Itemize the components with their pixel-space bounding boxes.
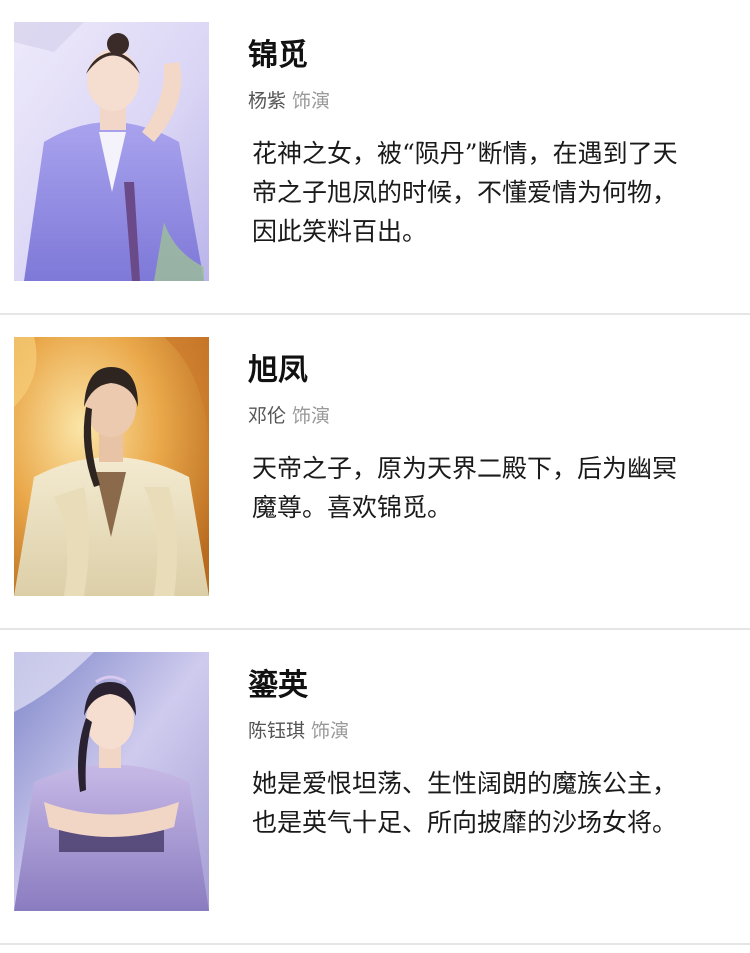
character-list: 锦觅 杨紫 饰演 花神之女，被“陨丹”断情，在遇到了天帝之子旭凤的时候，不懂爱情为… <box>0 0 750 953</box>
character-name: 锦觅 <box>248 38 308 73</box>
actor-name: 陈钰琪 <box>248 720 306 742</box>
character-card-jinmi[interactable]: 锦觅 杨紫 饰演 花神之女，被“陨丹”断情，在遇到了天帝之子旭凤的时候，不懂爱情为… <box>0 0 750 315</box>
role-label: 饰演 <box>292 405 331 427</box>
character-portrait[interactable] <box>14 337 209 596</box>
character-card-xufeng[interactable]: 旭凤 邓伦 饰演 天帝之子，原为天界二殿下，后为幽冥魔尊。喜欢锦觅。 <box>0 315 750 630</box>
character-description: 她是爱恨坦荡、生性阔朗的魔族公主，也是英气十足、所向披靡的沙场女将。 <box>252 769 678 837</box>
portrait-image <box>14 22 209 281</box>
actor-name: 邓伦 <box>248 405 287 427</box>
character-name: 鎏英 <box>248 668 308 703</box>
portrait-image <box>14 337 209 596</box>
character-info: 锦觅 杨紫 饰演 花神之女，被“陨丹”断情，在遇到了天帝之子旭凤的时候，不懂爱情为… <box>248 36 708 251</box>
character-name: 旭凤 <box>248 353 308 388</box>
portrait-image <box>14 652 209 911</box>
role-label: 饰演 <box>292 90 331 112</box>
actor-credit: 杨紫 饰演 <box>248 88 708 114</box>
character-info: 鎏英 陈钰琪 饰演 她是爱恨坦荡、生性阔朗的魔族公主，也是英气十足、所向披靡的沙场… <box>248 666 708 842</box>
role-label: 饰演 <box>311 720 350 742</box>
actor-credit: 陈钰琪 饰演 <box>248 718 708 744</box>
actor-name: 杨紫 <box>248 90 287 112</box>
character-description: 天帝之子，原为天界二殿下，后为幽冥魔尊。喜欢锦觅。 <box>252 454 678 522</box>
character-portrait[interactable] <box>14 652 209 911</box>
actor-credit: 邓伦 饰演 <box>248 403 708 429</box>
character-description: 花神之女，被“陨丹”断情，在遇到了天帝之子旭凤的时候，不懂爱情为何物，因此笑料百… <box>252 139 678 246</box>
character-info: 旭凤 邓伦 饰演 天帝之子，原为天界二殿下，后为幽冥魔尊。喜欢锦觅。 <box>248 351 708 527</box>
character-portrait[interactable] <box>14 22 209 281</box>
character-card-liuying[interactable]: 鎏英 陈钰琪 饰演 她是爱恨坦荡、生性阔朗的魔族公主，也是英气十足、所向披靡的沙场… <box>0 630 750 945</box>
